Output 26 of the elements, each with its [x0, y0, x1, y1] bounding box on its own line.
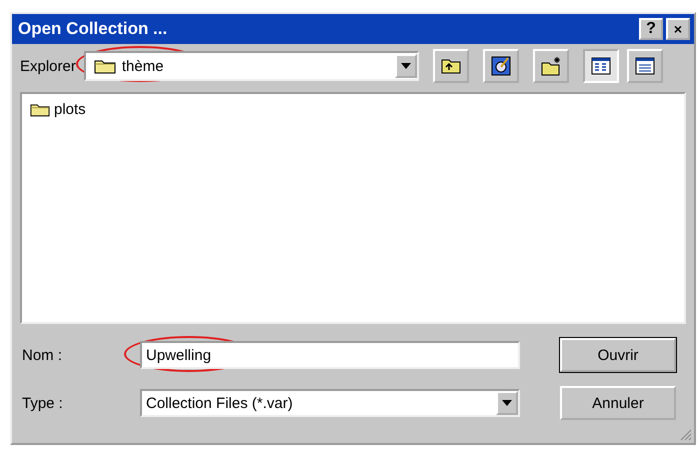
window-title: Open Collection ...: [18, 19, 168, 39]
field-label: Type :: [22, 394, 64, 412]
type-dropdown[interactable]: Collection Files (*.var): [140, 389, 520, 417]
file-item[interactable]: plots: [28, 100, 88, 119]
resize-grip-icon[interactable]: [680, 429, 692, 441]
new-folder-icon: [541, 56, 560, 76]
field-label: Nom :: [22, 346, 64, 364]
toolbar-button[interactable]: [432, 49, 469, 83]
desktop-icon: [491, 56, 510, 76]
folder-icon: [94, 58, 116, 74]
toolbar-button[interactable]: [482, 49, 519, 83]
cancel-button[interactable]: Annuler: [560, 386, 676, 420]
close-button[interactable]: ×: [666, 18, 690, 40]
toolbar-button[interactable]: [532, 49, 569, 83]
dropdown-value: thème: [122, 58, 164, 74]
name-field[interactable]: Upwelling: [140, 341, 520, 369]
help-button[interactable]: ?: [639, 18, 663, 40]
list-view-icon: [591, 58, 610, 74]
field-label: Explorer: [20, 58, 76, 74]
open-button[interactable]: Ouvrir: [560, 338, 676, 372]
folder-up-icon: [441, 60, 460, 74]
location-dropdown[interactable]: thème: [84, 51, 419, 81]
toolbar-button[interactable]: [582, 49, 619, 83]
folder-icon: [30, 102, 50, 117]
details-view-icon: [635, 58, 654, 74]
toolbar-button[interactable]: [626, 49, 663, 83]
